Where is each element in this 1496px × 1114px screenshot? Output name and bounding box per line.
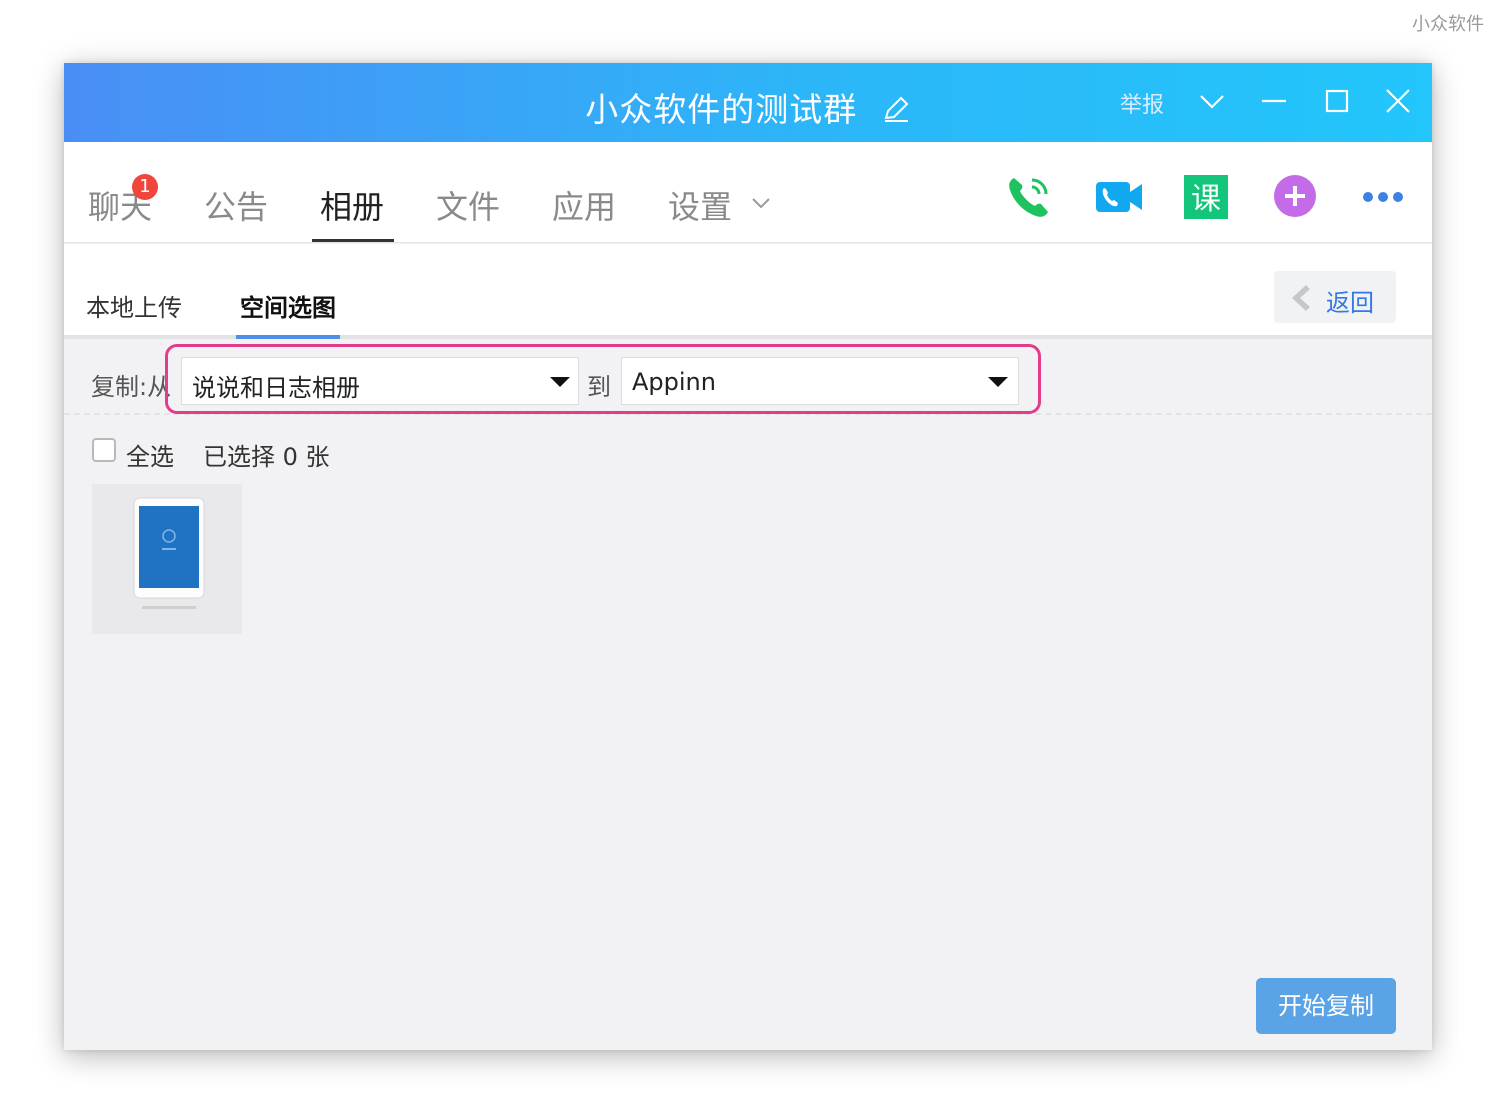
selection-row: 全选 已选择 0 张 bbox=[64, 423, 1432, 483]
tablet-photo-icon bbox=[133, 497, 205, 609]
album-subtab-bar: 本地上传 空间选图 返回 bbox=[64, 244, 1432, 339]
back-button[interactable]: 返回 bbox=[1274, 271, 1396, 323]
copy-from-label: 复制:从 bbox=[91, 373, 172, 401]
phone-call-icon[interactable] bbox=[1004, 172, 1054, 222]
tab-settings-label: 设置 bbox=[668, 188, 733, 226]
add-app-icon[interactable] bbox=[1270, 172, 1320, 222]
class-icon[interactable]: 课 bbox=[1184, 175, 1228, 219]
copy-from-to-row: 复制:从 说说和日志相册 到 Appinn bbox=[64, 343, 1432, 415]
subtab-space-pick[interactable]: 空间选图 bbox=[240, 288, 336, 323]
tab-files[interactable]: 文件 bbox=[436, 182, 500, 228]
select-all-label[interactable]: 全选 bbox=[126, 437, 174, 472]
annotation-highlight-box bbox=[165, 344, 1041, 414]
tab-settings[interactable]: 设置 bbox=[668, 182, 772, 228]
subtab-local-upload[interactable]: 本地上传 bbox=[86, 288, 182, 323]
back-arrow-icon bbox=[1292, 285, 1310, 311]
subtab-indicator bbox=[236, 335, 340, 339]
chevron-down-icon bbox=[752, 198, 770, 209]
edit-icon[interactable] bbox=[881, 94, 911, 124]
report-button[interactable]: 举报 bbox=[1120, 87, 1164, 119]
close-icon[interactable] bbox=[1384, 87, 1412, 115]
minimize-icon[interactable] bbox=[1260, 87, 1288, 115]
title-bar[interactable]: 小众软件的测试群 举报 bbox=[64, 63, 1432, 142]
tab-announcement[interactable]: 公告 bbox=[204, 182, 268, 228]
selected-count: 已选择 0 张 bbox=[203, 443, 330, 471]
active-tab-indicator bbox=[312, 239, 394, 242]
watermark: 小众软件 bbox=[1412, 14, 1484, 35]
tab-album[interactable]: 相册 bbox=[320, 182, 384, 228]
back-label: 返回 bbox=[1326, 289, 1374, 317]
main-tab-bar: 聊天 1 公告 相册 文件 应用 设置 课 bbox=[64, 142, 1432, 243]
window-title-area: 小众软件的测试群 bbox=[64, 83, 1432, 131]
start-copy-button[interactable]: 开始复制 bbox=[1256, 978, 1396, 1034]
video-call-icon[interactable] bbox=[1094, 172, 1144, 222]
group-title[interactable]: 小众软件的测试群 bbox=[585, 90, 857, 129]
maximize-icon[interactable] bbox=[1323, 87, 1351, 115]
photo-thumbnail[interactable] bbox=[92, 484, 242, 634]
unread-badge: 1 bbox=[132, 174, 158, 200]
chevron-down-icon[interactable] bbox=[1198, 87, 1226, 115]
select-all-checkbox[interactable] bbox=[92, 438, 116, 462]
group-window: 小众软件的测试群 举报 聊天 1 公告 相册 文件 应用 设置 课 本地上传 空… bbox=[64, 63, 1432, 1050]
more-icon[interactable] bbox=[1360, 172, 1410, 222]
tab-apps[interactable]: 应用 bbox=[552, 182, 616, 228]
